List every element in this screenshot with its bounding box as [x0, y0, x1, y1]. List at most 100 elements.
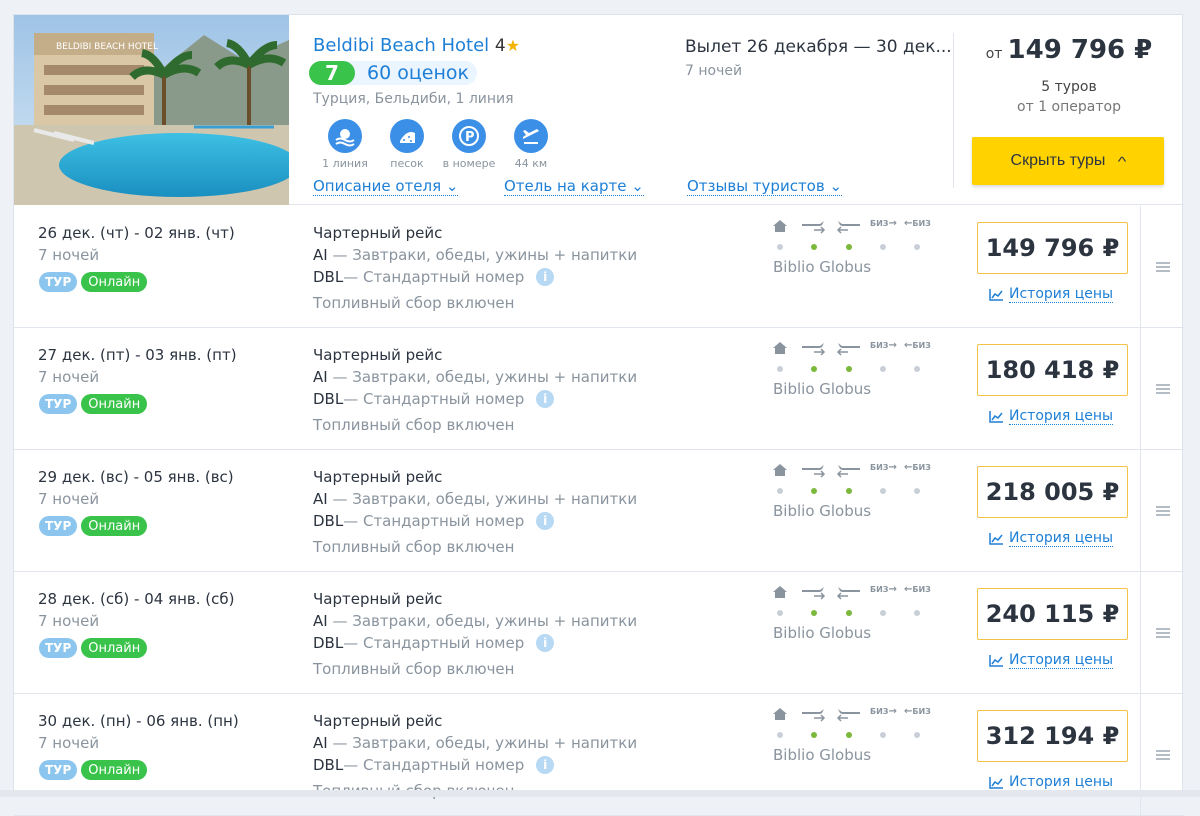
tour-services-status [777, 610, 937, 618]
hotel-name[interactable]: Beldibi Beach Hotel 4★ [313, 35, 520, 56]
room-code: DBL [313, 390, 344, 408]
chevron-down-icon: ⌄ [631, 177, 644, 195]
row-menu-handle[interactable] [1140, 450, 1184, 572]
row-menu-handle[interactable] [1140, 206, 1184, 328]
status-dot-biz-out [880, 732, 886, 738]
hamburger-icon [1155, 750, 1170, 760]
price-history-link[interactable]: История цены [989, 530, 1114, 547]
arrow-right-icon: → [888, 584, 897, 595]
info-icon[interactable]: i [536, 756, 555, 774]
tour-nights: 7 ночей [38, 734, 100, 752]
hotel-home-icon [773, 342, 787, 354]
fuel-surcharge: Топливный сбор включен [313, 538, 515, 556]
tour-badges: ТУР Онлайн [39, 516, 148, 536]
feature-parking: P в номере [438, 119, 500, 170]
meal-plan: AI — Завтраки, обеды, ужины + напитки [313, 734, 637, 752]
hamburger-icon [1155, 506, 1170, 516]
flight-back-icon [836, 221, 860, 234]
tour-dates: 28 дек. (сб) - 04 янв. (сб) [38, 590, 235, 608]
hotel-card: BELDIBI BEACH HOTEL Beldibi Beach Hotel … [13, 14, 1184, 816]
price-history-link[interactable]: История цены [989, 286, 1114, 303]
tour-row: 28 дек. (сб) - 04 янв. (сб) 7 ночей ТУР … [14, 572, 1184, 694]
rating-badge[interactable]: 7 60 оценок [309, 61, 477, 85]
tour-dates: 29 дек. (вс) - 05 янв. (вс) [38, 468, 234, 486]
arrow-right-icon: → [888, 462, 897, 473]
hide-tours-button[interactable]: Скрыть туры ^ [972, 137, 1164, 185]
tour-price-button[interactable]: 312 194 ₽ [977, 710, 1128, 762]
price-history-link[interactable]: История цены [989, 652, 1114, 669]
info-icon[interactable]: i [536, 634, 555, 652]
biz-label: БИЗ [912, 463, 931, 472]
meal-plan: AI — Завтраки, обеды, ужины + напитки [313, 368, 637, 386]
tour-row: 27 дек. (пт) - 03 янв. (пт) 7 ночей ТУР … [14, 328, 1184, 450]
meal-desc: — Завтраки, обеды, ужины + напитки [327, 490, 638, 508]
hotel-name-text[interactable]: Beldibi Beach Hotel [313, 35, 489, 56]
tour-dates: 26 дек. (чт) - 02 янв. (чт) [38, 224, 235, 242]
biz-label: БИЗ [912, 585, 931, 594]
flight-back-icon [836, 587, 860, 600]
hotel-description-link[interactable]: Описание отеля ⌄ [313, 177, 459, 196]
price-history-link[interactable]: История цены [989, 408, 1114, 425]
hotel-reviews-link[interactable]: Отзывы туристов ⌄ [687, 177, 843, 196]
hotel-features: 1 линия песок P в номере 44 км [314, 119, 562, 170]
meal-plan: AI — Завтраки, обеды, ужины + напитки [313, 612, 637, 630]
arrow-right-icon: → [888, 706, 897, 717]
link-text: Описание отеля [313, 177, 442, 195]
tour-dates: 30 дек. (пн) - 06 янв. (пн) [38, 712, 239, 730]
tour-services-icons: БИЗ → ←БИЗ [772, 462, 932, 482]
room-code: DBL [313, 268, 344, 286]
price-history-label: История цены [1009, 286, 1114, 303]
status-dot-flight-out [811, 366, 817, 372]
meal-code: AI [313, 490, 328, 508]
hotel-photo[interactable]: BELDIBI BEACH HOTEL [14, 15, 289, 205]
row-menu-handle[interactable] [1140, 328, 1184, 450]
status-dot-hotel [777, 488, 783, 494]
info-icon[interactable]: i [536, 390, 555, 408]
fuel-surcharge: Топливный сбор включен [313, 294, 515, 312]
header-price-block: от 149 796 ₽ 5 туров от 1 оператор Скрыт… [954, 15, 1184, 205]
info-icon[interactable]: i [536, 268, 555, 286]
hotel-home-icon [773, 586, 787, 598]
rating-count[interactable]: 60 оценок [367, 62, 469, 84]
row-menu-handle[interactable] [1140, 572, 1184, 694]
tour-row: 26 дек. (чт) - 02 янв. (чт) 7 ночей ТУР … [14, 206, 1184, 328]
row-menu-handle[interactable] [1140, 694, 1184, 816]
room-code: DBL [313, 512, 344, 530]
status-dot-biz-back [914, 366, 920, 372]
page-bottom [0, 790, 1200, 797]
tour-price-button[interactable]: 180 418 ₽ [977, 344, 1128, 396]
room-desc: — Стандартный номер [343, 512, 525, 530]
online-badge: Онлайн [81, 638, 148, 658]
tour-services-icons: БИЗ→ ←БИЗ [772, 584, 932, 604]
meal-code: AI [313, 612, 328, 630]
meal-desc: — Завтраки, обеды, ужины + напитки [327, 368, 638, 386]
chart-line-icon [989, 655, 1003, 667]
status-dot-biz-back [914, 610, 920, 616]
business-back-icon: ←БИЗ [904, 462, 931, 478]
hotel-home-icon [773, 220, 787, 232]
room-desc: — Стандартный номер [343, 634, 525, 652]
status-dot-biz-out [880, 488, 886, 494]
tour-services-icons: БИЗ→ ←БИЗ [772, 706, 932, 726]
biz-label: БИЗ [912, 219, 931, 228]
status-dot-hotel [777, 366, 783, 372]
arrow-right-icon: → [888, 340, 897, 351]
info-icon[interactable]: i [536, 512, 555, 530]
hamburger-icon [1155, 384, 1170, 394]
meal-code: AI [313, 246, 328, 264]
tour-price-button[interactable]: 149 796 ₽ [977, 222, 1128, 274]
room-desc: — Стандартный номер [343, 268, 525, 286]
room-type: DBL — Стандартный номер i [313, 756, 555, 774]
online-badge: Онлайн [81, 516, 148, 536]
tour-price-button[interactable]: 240 115 ₽ [977, 588, 1128, 640]
status-dot-hotel [777, 610, 783, 616]
tour-price-button[interactable]: 218 005 ₽ [977, 466, 1128, 518]
status-dot-hotel [777, 732, 783, 738]
hotel-map-link[interactable]: Отель на карте ⌄ [504, 177, 644, 196]
chevron-down-icon: ⌄ [445, 177, 459, 195]
tour-badges: ТУР Онлайн [39, 272, 148, 292]
chart-line-icon [989, 533, 1003, 545]
tour-services-status [777, 366, 937, 374]
tour-nights: 7 ночей [38, 368, 100, 386]
price-history-link[interactable]: История цены [989, 774, 1114, 791]
